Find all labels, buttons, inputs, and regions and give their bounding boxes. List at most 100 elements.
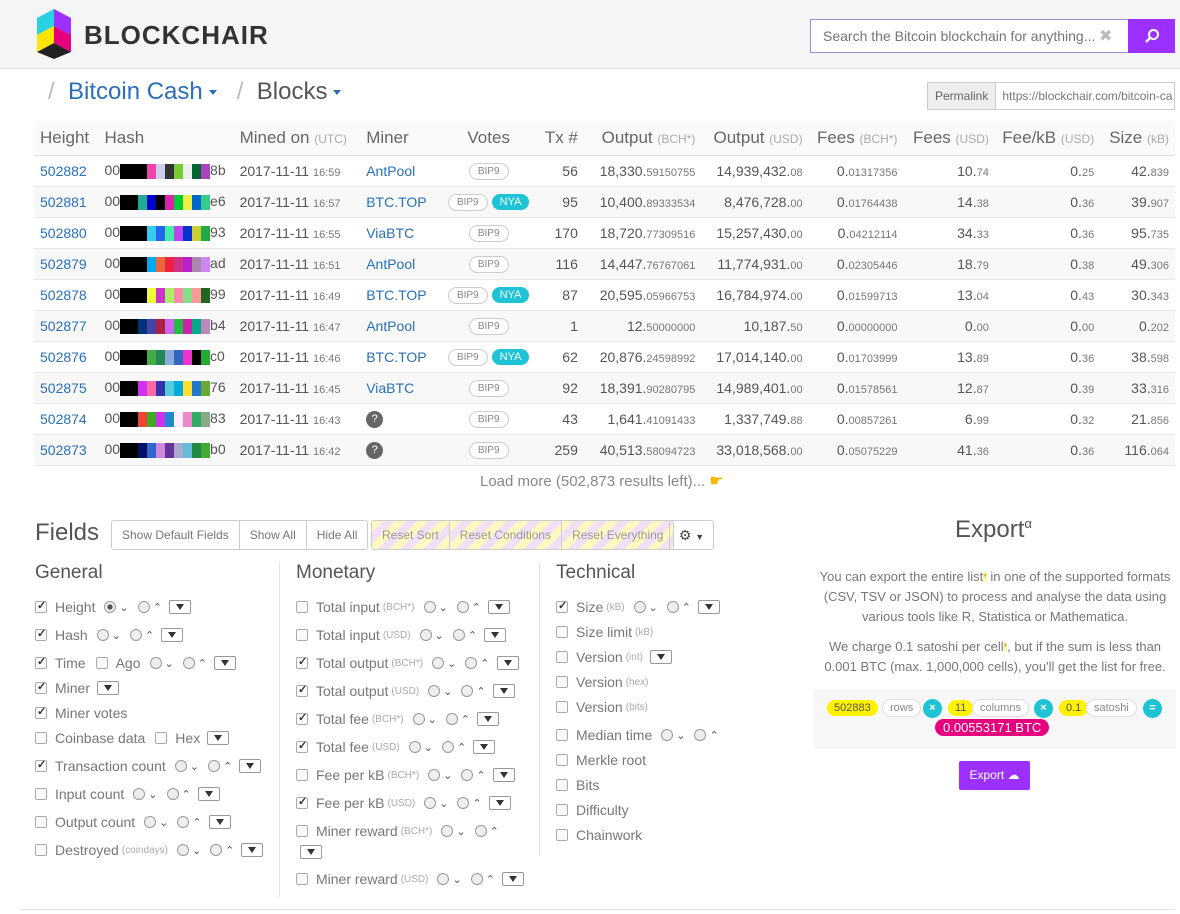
col-output-usd[interactable]: Output (USD) (701, 121, 809, 156)
field-label[interactable]: Output count (55, 814, 135, 830)
field-label[interactable]: Coinbase data (55, 730, 145, 746)
search-input[interactable] (811, 20, 1096, 52)
field-checkbox[interactable] (556, 779, 568, 791)
permalink-url[interactable]: https://blockchair.com/bitcoin-ca (996, 83, 1174, 109)
filter-icon[interactable] (649, 650, 672, 664)
sort-desc-radio[interactable] (96, 629, 109, 641)
block-height-link[interactable]: 502879 (40, 256, 87, 272)
field-label[interactable]: Total fee (316, 739, 369, 755)
filter-icon[interactable] (207, 731, 230, 745)
sort-asc-radio[interactable] (210, 844, 223, 856)
filter-icon[interactable] (492, 684, 515, 698)
field-label[interactable]: Total input (316, 627, 380, 643)
block-height-link[interactable]: 502874 (40, 411, 87, 427)
filter-icon[interactable] (239, 759, 262, 773)
field-label[interactable]: Chainwork (576, 827, 642, 843)
field-label[interactable]: Version (576, 699, 623, 715)
hex-checkbox[interactable] (155, 732, 168, 744)
load-more-link[interactable]: Load more (502,873 results left)... ☛ (480, 471, 724, 491)
miner-link[interactable]: BTC.TOP (366, 194, 426, 210)
block-hash[interactable]: 00 8b (98, 155, 234, 187)
field-label[interactable]: Fee per kB (316, 767, 384, 783)
block-hash[interactable]: 00 b4 (98, 310, 234, 342)
filter-icon[interactable] (168, 600, 191, 614)
field-checkbox[interactable] (296, 825, 308, 837)
sort-asc-radio[interactable] (465, 657, 478, 669)
field-checkbox[interactable] (556, 754, 568, 766)
field-label[interactable]: Total output (316, 683, 388, 699)
sort-desc-radio[interactable] (412, 713, 425, 725)
field-checkbox[interactable] (35, 816, 47, 828)
field-checkbox[interactable] (556, 829, 568, 841)
field-label[interactable]: Bits (576, 777, 599, 793)
field-label[interactable]: Version (576, 674, 623, 690)
search-button[interactable] (1128, 19, 1175, 53)
sort-desc-radio[interactable] (428, 769, 441, 781)
sort-desc-radio[interactable] (428, 685, 441, 697)
field-label[interactable]: Hash (55, 627, 88, 643)
breadcrumb-chain[interactable]: Bitcoin Cash (68, 78, 203, 105)
field-label[interactable]: Destroyed (55, 842, 119, 858)
filter-icon[interactable] (487, 600, 510, 614)
field-label[interactable]: Miner reward (316, 871, 398, 887)
field-label[interactable]: Hex (175, 730, 200, 746)
field-checkbox[interactable] (296, 601, 308, 613)
col-size[interactable]: Size (kB) (1100, 121, 1175, 156)
sort-asc-radio[interactable] (456, 601, 469, 613)
field-label[interactable]: Total input (316, 599, 380, 615)
sort-asc-radio[interactable] (452, 629, 465, 641)
field-checkbox[interactable] (35, 758, 47, 772)
logo-text[interactable]: BLOCKCHAIR (84, 20, 269, 51)
field-checkbox[interactable] (556, 651, 568, 663)
reset-conditions-button[interactable]: Reset Conditions (449, 521, 563, 549)
filter-icon[interactable] (197, 787, 220, 801)
table-row[interactable]: 502876 00 c0 2017-11-11 16:46 BTC.TOP BIP9 NYA… (34, 341, 1175, 373)
sort-asc-radio[interactable] (470, 873, 483, 885)
field-label[interactable]: Merkle root (576, 752, 646, 768)
table-row[interactable]: 502880 00 93 2017-11-11 16:55 ViaBTC BIP9 170 1… (34, 217, 1175, 249)
sort-desc-radio[interactable] (432, 657, 445, 669)
field-label[interactable]: Size (576, 599, 603, 615)
table-row[interactable]: 502873 00 b0 2017-11-11 16:42? BIP9 259 40,513… (34, 434, 1175, 466)
sort-desc-radio[interactable] (176, 844, 189, 856)
col-tx[interactable]: Tx # (535, 121, 584, 156)
hide-all-button[interactable]: Hide All (307, 521, 368, 549)
filter-icon[interactable] (496, 656, 519, 670)
miner-link[interactable]: ViaBTC (366, 225, 414, 241)
filter-icon[interactable] (477, 712, 500, 726)
filter-icon[interactable] (97, 681, 120, 695)
field-label[interactable]: Miner reward (316, 823, 398, 839)
col-fees-usd[interactable]: Fees (USD) (903, 121, 995, 156)
miner-link[interactable]: AntPool (366, 163, 415, 179)
sort-asc-radio[interactable] (207, 760, 220, 772)
sort-asc-radio[interactable] (129, 629, 142, 641)
show-default-fields-button[interactable]: Show Default Fields (112, 521, 240, 549)
field-label[interactable]: Time (55, 655, 86, 671)
block-hash[interactable]: 00 76 (98, 372, 234, 404)
block-height-link[interactable]: 502873 (40, 442, 87, 458)
filter-icon[interactable] (213, 656, 236, 670)
sort-asc-radio[interactable] (457, 797, 470, 809)
field-checkbox[interactable] (35, 732, 47, 744)
field-label[interactable]: Input count (55, 786, 124, 802)
table-row[interactable]: 502874 00 83 2017-11-11 16:43? BIP9 43 1,641.4… (34, 403, 1175, 435)
field-checkbox[interactable] (296, 655, 308, 669)
block-hash[interactable]: 00 93 (98, 217, 234, 249)
sort-asc-radio[interactable] (445, 713, 458, 725)
export-button[interactable]: Export ☁ (959, 761, 1030, 790)
field-checkbox[interactable] (35, 680, 47, 694)
col-output-bch[interactable]: Output (BCH*) (583, 121, 702, 156)
filter-icon[interactable] (241, 843, 264, 857)
reset-everything-button[interactable]: Reset Everything (562, 521, 674, 549)
sort-desc-radio[interactable] (437, 873, 450, 885)
filter-icon[interactable] (484, 628, 507, 642)
unknown-miner-icon[interactable]: ? (366, 442, 384, 459)
sort-desc-radio[interactable] (408, 741, 421, 753)
col-fee-kb[interactable]: Fee/kB (USD) (994, 121, 1101, 156)
field-checkbox[interactable] (296, 711, 308, 725)
field-label[interactable]: Total fee (316, 711, 369, 727)
sort-desc-radio[interactable] (661, 729, 674, 741)
chevron-down-icon[interactable] (208, 90, 217, 96)
field-label[interactable]: Height (55, 599, 95, 615)
field-label[interactable]: Version (576, 649, 623, 665)
